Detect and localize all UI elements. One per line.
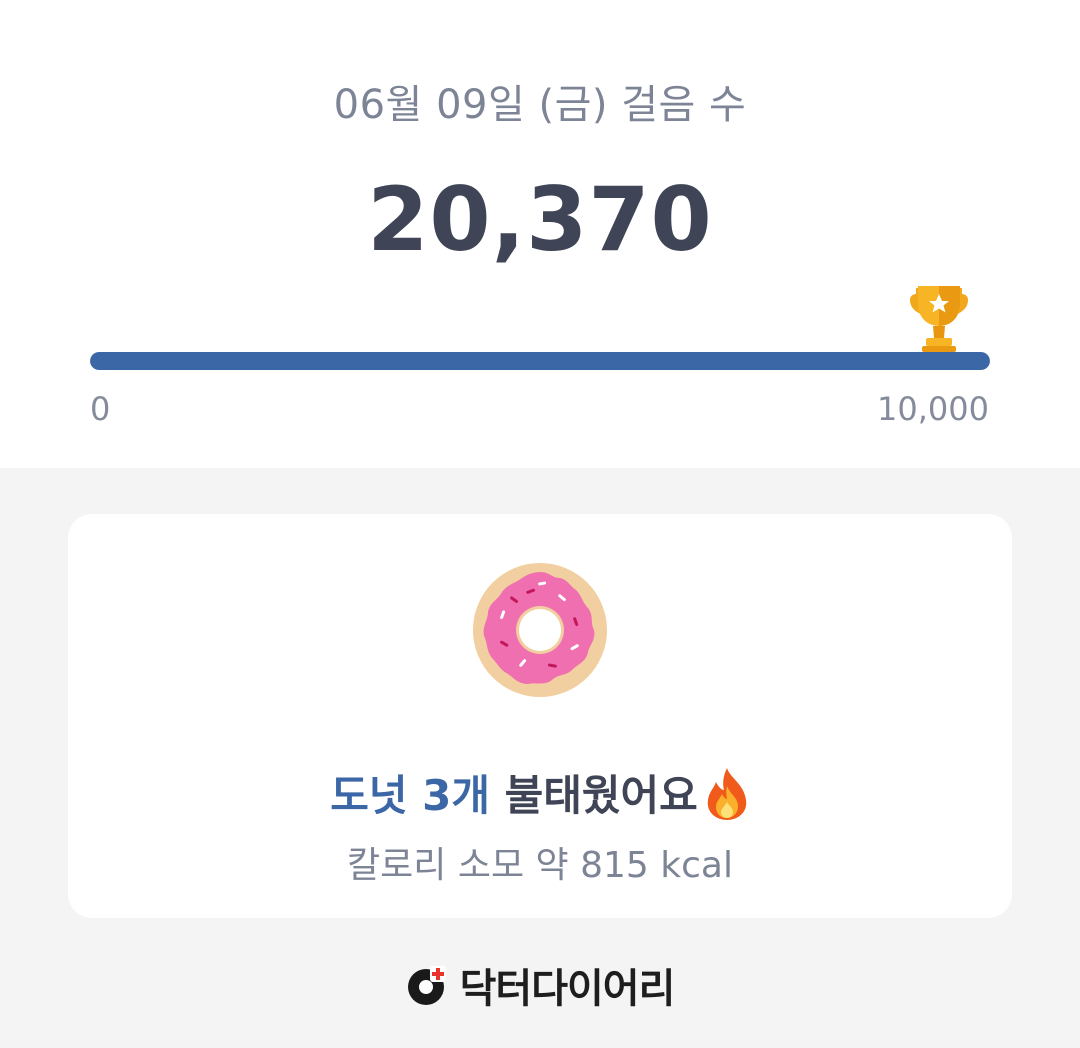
step-progress-fill [90,352,990,370]
doctor-diary-logo-icon [407,966,446,1005]
donut-count-text: 도넛 3개 [330,771,490,820]
calorie-headline: 도넛 3개 불태웠어요 [68,762,1012,823]
step-progress-bar [90,352,990,370]
progress-max-label: 10,000 [877,390,989,428]
step-count: 20,370 [367,168,713,271]
date-title: 06월 09일 (금) 걸음 수 [333,82,747,128]
trophy-icon [910,286,968,352]
burned-text: 불태웠어요 [489,771,698,820]
fire-icon [707,768,747,820]
calorie-card: 도넛 3개 불태웠어요 칼로리 소모 약 815 kcal [68,514,1012,918]
brand-name: 닥터다이어리 [459,966,676,1012]
steps-summary-section: 06월 09일 (금) 걸음 수 20,370 0 10,000 [0,0,1080,468]
brand-footer: 닥터다이어리 [0,956,1080,1014]
progress-min-label: 0 [90,390,111,428]
donut-icon [473,563,607,697]
calorie-subtext: 칼로리 소모 약 815 kcal [347,845,733,886]
